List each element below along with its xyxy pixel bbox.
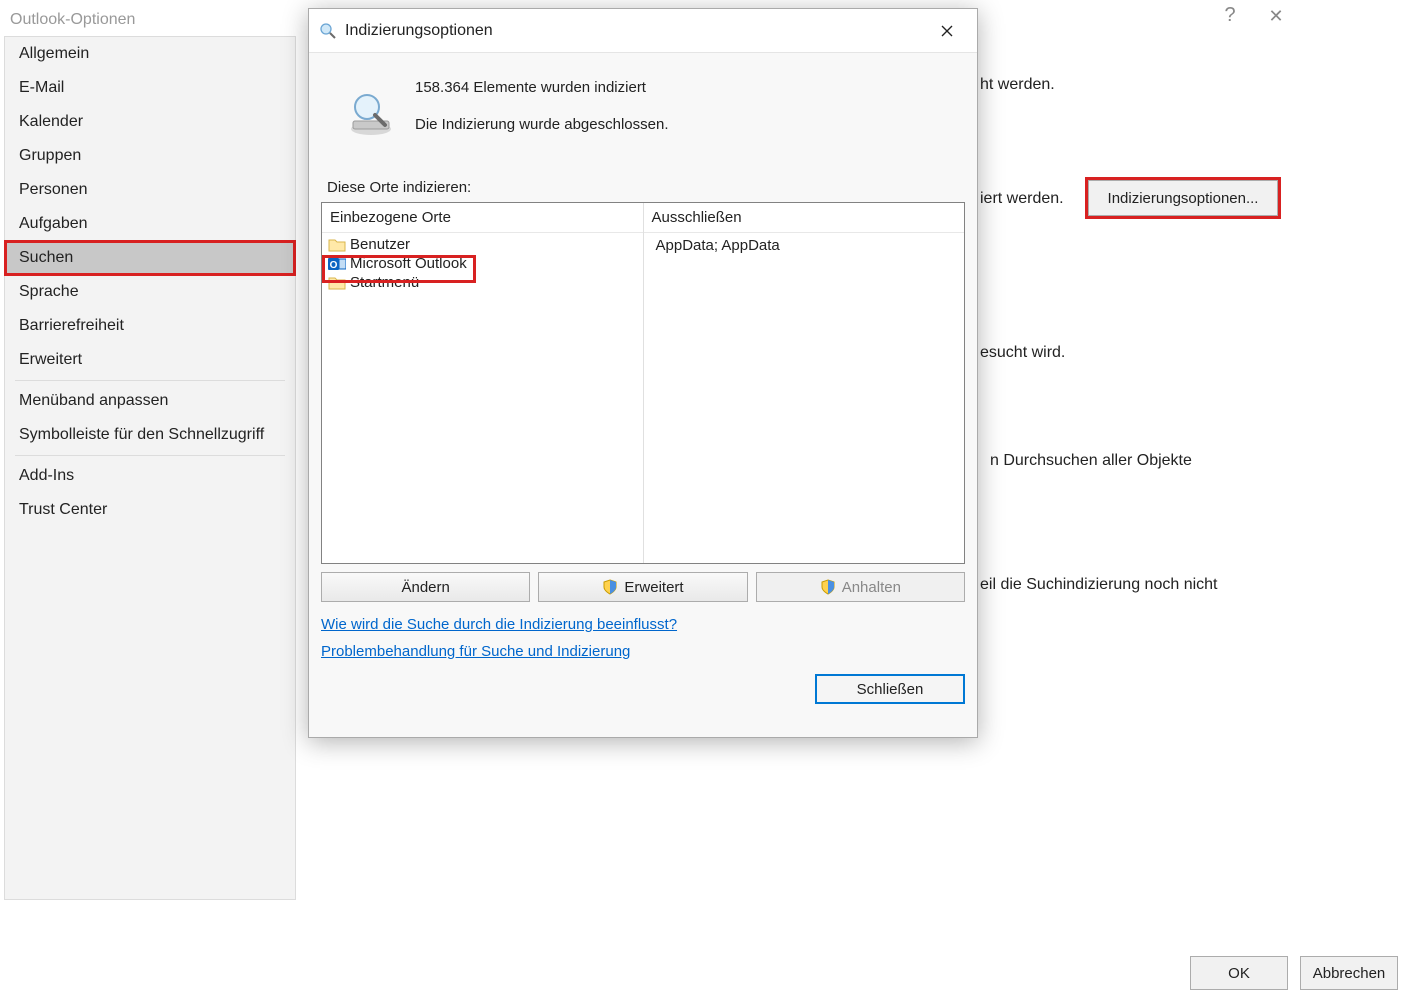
advanced-label: Erweitert <box>624 579 683 596</box>
included-column: Einbezogene Orte Benutzer O Microsoft Ou… <box>322 203 644 563</box>
advanced-button[interactable]: Erweitert <box>538 572 747 602</box>
search-index-icon <box>319 22 337 40</box>
status-text: 158.364 Elemente wurden indiziert Die In… <box>415 73 668 133</box>
sidebar-item-menuband[interactable]: Menüband anpassen <box>5 384 295 418</box>
sidebar-item-symbolleiste[interactable]: Symbolleiste für den Schnellzugriff <box>5 418 295 452</box>
sidebar-item-gruppen[interactable]: Gruppen <box>5 139 295 173</box>
partial-text: iert werden. <box>980 190 1064 208</box>
partial-text: esucht wird. <box>980 344 1065 362</box>
svg-text:O: O <box>330 260 338 271</box>
sidebar-item-erweitert[interactable]: Erweitert <box>5 343 295 377</box>
sidebar-item-sprache[interactable]: Sprache <box>5 275 295 309</box>
sidebar-item-trustcenter[interactable]: Trust Center <box>5 493 295 527</box>
list-item[interactable]: Benutzer <box>326 235 639 254</box>
indexing-complete: Die Indizierung wurde abgeschlossen. <box>415 116 668 133</box>
inner-body: 158.364 Elemente wurden indiziert Die In… <box>309 53 977 737</box>
ok-button[interactable]: OK <box>1190 956 1288 990</box>
exclude-value: AppData; AppData <box>648 235 961 256</box>
folder-icon <box>328 237 346 253</box>
inner-title: Indizierungsoptionen <box>345 22 927 40</box>
list-item[interactable]: Startmenü <box>326 273 639 292</box>
included-header: Einbezogene Orte <box>322 203 643 233</box>
troubleshoot-link[interactable]: Problembehandlung für Suche und Indizier… <box>321 643 630 660</box>
list-item-label: Benutzer <box>350 236 410 253</box>
footer-buttons: OK Abbrechen <box>0 941 1412 1005</box>
troubleshoot-link-row: Problembehandlung für Suche und Indizier… <box>321 643 965 660</box>
indexing-options-label: Indizierungsoptionen... <box>1108 190 1259 207</box>
sidebar-item-suchen[interactable]: Suchen <box>5 241 295 275</box>
sidebar-item-email[interactable]: E-Mail <box>5 71 295 105</box>
magnifier-drawer-icon <box>345 89 397 137</box>
indexed-count: 158.364 Elemente wurden indiziert <box>415 79 668 96</box>
sidebar-item-kalender[interactable]: Kalender <box>5 105 295 139</box>
exclude-column: Ausschließen AppData; AppData <box>644 203 965 563</box>
sidebar-item-barrierefreiheit[interactable]: Barrierefreiheit <box>5 309 295 343</box>
locations-table: Einbezogene Orte Benutzer O Microsoft Ou… <box>321 202 965 564</box>
partial-text: eil die Suchindizierung noch nicht <box>980 576 1217 594</box>
help-icon[interactable]: ? <box>1218 4 1242 28</box>
exclude-header: Ausschließen <box>644 203 965 233</box>
shield-icon <box>602 579 618 595</box>
sidebar-item-addins[interactable]: Add-Ins <box>5 459 295 493</box>
close-button[interactable]: Schließen <box>815 674 965 704</box>
index-locations-label: Diese Orte indizieren: <box>327 179 965 196</box>
partial-text: n Durchsuchen aller Objekte <box>990 452 1192 470</box>
help-link-row: Wie wird die Suche durch die Indizierung… <box>321 616 965 633</box>
pause-label: Anhalten <box>842 579 901 596</box>
how-search-link[interactable]: Wie wird die Suche durch die Indizierung… <box>321 616 677 633</box>
change-button[interactable]: Ändern <box>321 572 530 602</box>
sidebar-item-personen[interactable]: Personen <box>5 173 295 207</box>
options-sidebar: Allgemein E-Mail Kalender Gruppen Person… <box>4 36 296 900</box>
shield-icon <box>820 579 836 595</box>
folder-icon <box>328 275 346 291</box>
inner-close-icon[interactable] <box>927 15 967 47</box>
outer-close-icon[interactable]: ✕ <box>1260 4 1292 28</box>
outlook-icon: O <box>328 256 346 272</box>
status-row: 158.364 Elemente wurden indiziert Die In… <box>321 73 965 137</box>
list-item-outlook[interactable]: O Microsoft Outlook <box>326 254 639 273</box>
cancel-button[interactable]: Abbrechen <box>1300 956 1398 990</box>
list-item-label: Startmenü <box>350 274 419 291</box>
sidebar-item-aufgaben[interactable]: Aufgaben <box>5 207 295 241</box>
inner-titlebar: Indizierungsoptionen <box>309 9 977 53</box>
button-row: Ändern Erweitert Anhalten <box>321 572 965 602</box>
change-label: Ändern <box>401 579 449 596</box>
close-row: Schließen <box>321 674 965 704</box>
sidebar-separator <box>15 380 285 381</box>
partial-text: ht werden. <box>980 76 1055 94</box>
outer-title: Outlook-Optionen <box>10 11 135 29</box>
pause-button: Anhalten <box>756 572 965 602</box>
sidebar-item-allgemein[interactable]: Allgemein <box>5 37 295 71</box>
included-list[interactable]: Benutzer O Microsoft Outlook Startmenü <box>322 233 643 563</box>
indexing-options-dialog: Indizierungsoptionen 158.364 Elemente wu… <box>308 8 978 738</box>
indexing-options-button[interactable]: Indizierungsoptionen... <box>1088 180 1278 216</box>
list-item-label: Microsoft Outlook <box>350 255 467 272</box>
exclude-list: AppData; AppData <box>644 233 965 563</box>
sidebar-separator <box>15 455 285 456</box>
